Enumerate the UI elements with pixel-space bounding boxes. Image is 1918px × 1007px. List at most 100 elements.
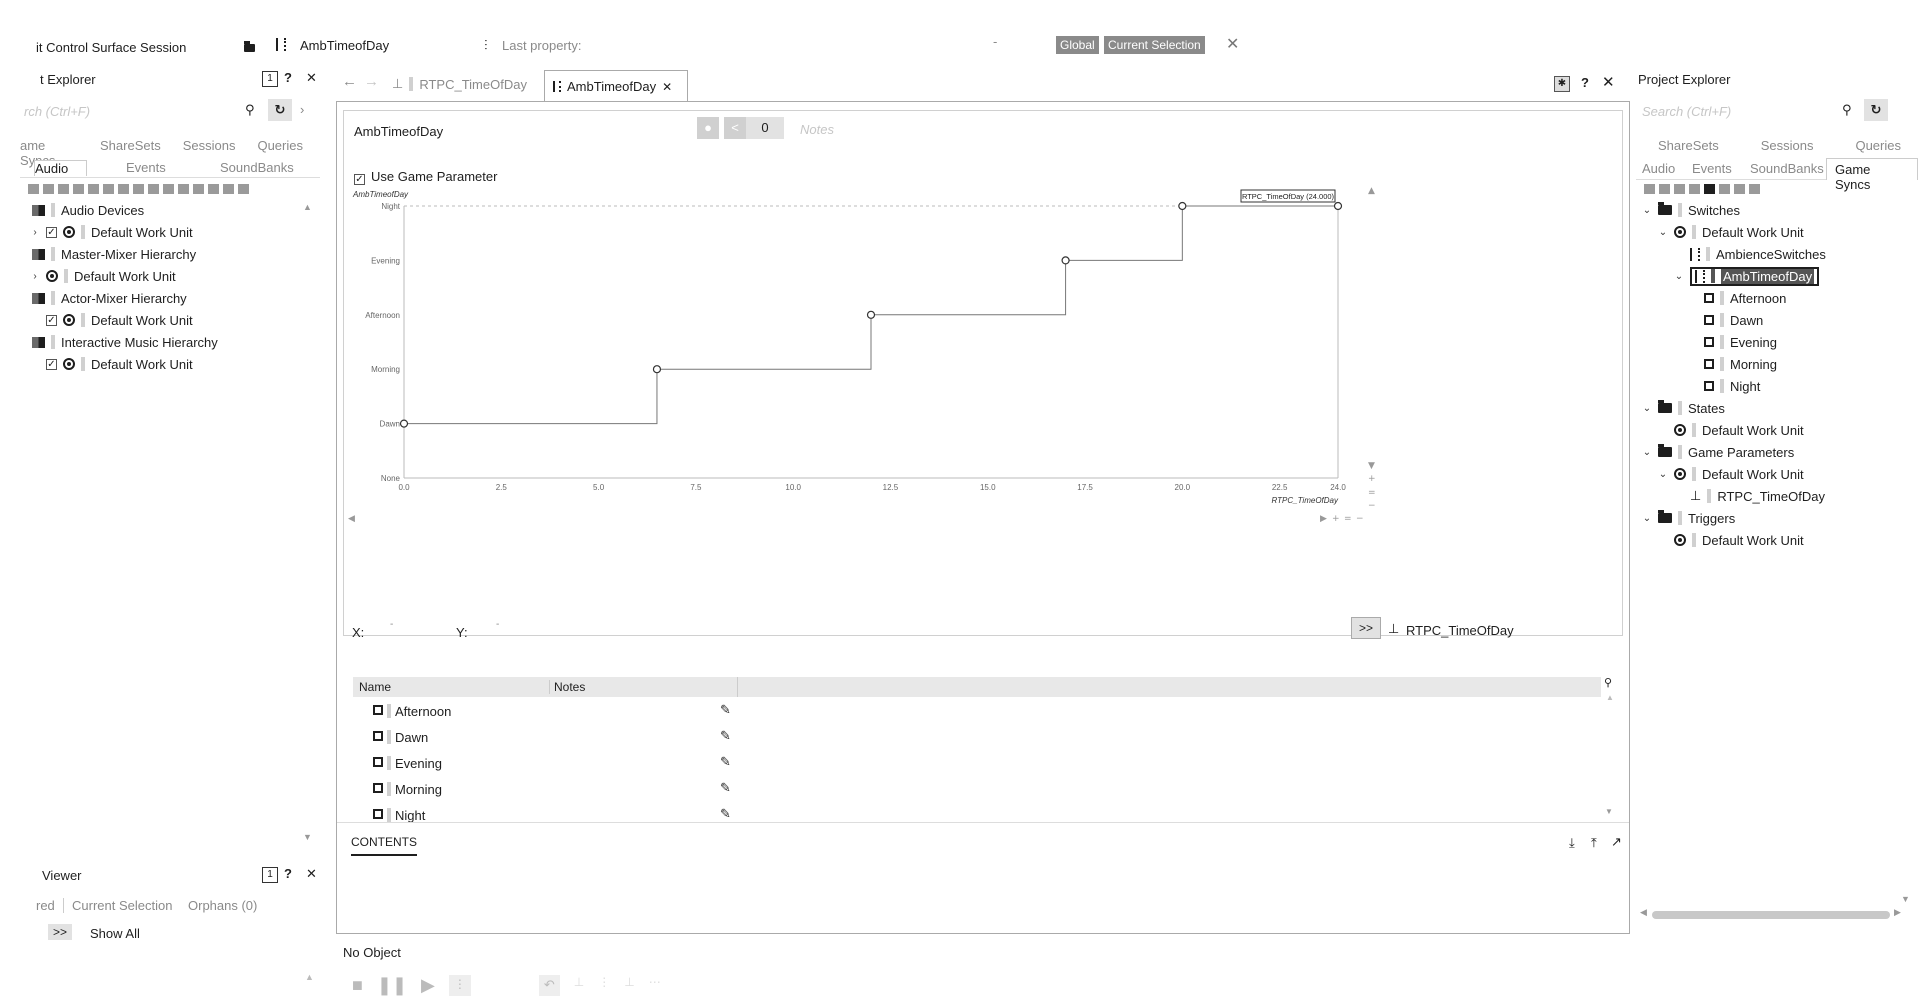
forward-arrow-icon[interactable]: → (364, 73, 379, 90)
close-icon[interactable]: ✕ (306, 70, 317, 86)
toolbar-icon[interactable] (43, 184, 54, 194)
edit-notes-icon[interactable]: ✎ (720, 806, 731, 822)
toolbar-icon[interactable] (193, 184, 204, 194)
pin-icon[interactable]: ✱ (1554, 76, 1570, 92)
chevron-right-icon[interactable]: › (300, 102, 304, 117)
toolbar-icon[interactable] (1674, 184, 1685, 194)
tab-events[interactable]: Events (1692, 161, 1732, 176)
refresh-icon[interactable]: ↻ (268, 99, 292, 121)
transport-icon[interactable]: ⋯ (649, 975, 661, 996)
tree-item-switches[interactable]: ⌄ Switches (1642, 201, 1740, 219)
zoom-out-icon[interactable]: − (1356, 514, 1364, 524)
stop-icon[interactable]: ■ (352, 975, 363, 996)
zoom-fit-icon[interactable]: = (1368, 488, 1376, 498)
session-label[interactable]: it Control Surface Session (36, 40, 186, 55)
search-input[interactable]: rch (Ctrl+F) (24, 104, 90, 119)
curve-point[interactable] (866, 310, 876, 319)
tree-item-default-work-unit[interactable]: Default Work Unit (1674, 531, 1804, 549)
object-name-field[interactable]: AmbTimeofDay (354, 124, 443, 139)
curve-point[interactable] (1333, 201, 1343, 211)
toolbar-icon[interactable] (223, 184, 234, 194)
tree-item-default-work-unit[interactable]: ✓ Default Work Unit (46, 355, 193, 373)
tree-item-game-parameters[interactable]: ⌄ Game Parameters (1642, 443, 1794, 461)
tab-queries[interactable]: Queries (1855, 138, 1901, 153)
checkbox[interactable]: ✓ (46, 358, 57, 370)
chevron-right-icon[interactable]: › (30, 271, 40, 282)
tree-item-afternoon[interactable]: Afternoon (1704, 289, 1786, 307)
checkbox[interactable]: ✓ (46, 226, 57, 238)
zoom-fit-icon[interactable]: = (1344, 514, 1352, 524)
toolbar-icon[interactable] (1704, 184, 1715, 194)
chevron-down-icon[interactable]: ⌄ (1642, 403, 1652, 414)
rtpc-name[interactable]: RTPC_TimeOfDay (1406, 623, 1514, 638)
pause-icon[interactable]: ❚❚ (377, 975, 407, 996)
scroll-down-icon[interactable]: ▼ (303, 832, 312, 842)
toolbar-icon[interactable] (1689, 184, 1700, 194)
export-icon[interactable]: ⤒ (1591, 835, 1597, 851)
toolbar-icon[interactable] (1734, 184, 1745, 194)
edit-notes-icon[interactable]: ✎ (720, 754, 731, 770)
toolbar-icon[interactable] (1749, 184, 1760, 194)
tab-current-selection[interactable]: Current Selection (72, 898, 172, 913)
toolbar-icon[interactable] (103, 184, 114, 194)
tree-item-triggers[interactable]: ⌄ Triggers (1642, 509, 1735, 527)
show-all-label[interactable]: Show All (90, 926, 140, 941)
chevron-down-icon[interactable]: ⌄ (1658, 469, 1668, 480)
search-icon[interactable]: ⚲ (1604, 676, 1612, 689)
tree-item-morning[interactable]: Morning (1704, 355, 1777, 373)
tab-pinned[interactable]: red (36, 898, 64, 913)
color-icon[interactable]: ● (697, 117, 719, 139)
tab-game-syncs[interactable]: Game Syncs (1826, 158, 1918, 192)
toolbar-icon[interactable] (208, 184, 219, 194)
edit-notes-icon[interactable]: ✎ (720, 780, 731, 796)
curve-point[interactable] (1061, 256, 1070, 265)
x-value[interactable]: - (390, 619, 393, 630)
tab-audio[interactable]: Audio (1642, 161, 1675, 176)
menu-icon[interactable]: ⋮ (448, 975, 471, 996)
help-icon[interactable]: ? (284, 866, 292, 881)
scroll-up-icon[interactable]: ▲ (1368, 186, 1375, 196)
show-all-expand-button[interactable]: >> (48, 924, 73, 940)
scroll-right-icon[interactable]: ▶ (1320, 514, 1327, 524)
zoom-in-icon[interactable]: + (1368, 474, 1376, 484)
tree-item-interactive-music[interactable]: Interactive Music Hierarchy (32, 333, 218, 351)
scroll-up-icon[interactable]: ▲ (1606, 693, 1614, 702)
tree-item-states[interactable]: ⌄ States (1642, 399, 1725, 417)
toolbar-icon[interactable] (148, 184, 159, 194)
close-tab-icon[interactable]: ✕ (662, 80, 672, 94)
tree-item-default-work-unit[interactable]: ✓ Default Work Unit (46, 311, 193, 329)
tab-orphans[interactable]: Orphans (0) (188, 898, 257, 913)
tree-item-master-mixer[interactable]: Master-Mixer Hierarchy (32, 245, 196, 263)
tree-item-default-work-unit[interactable]: › Default Work Unit (30, 267, 175, 285)
scroll-left-icon[interactable]: ◀ (348, 514, 355, 524)
checkbox[interactable]: ✓ (46, 314, 57, 326)
toolbar-icon[interactable] (163, 184, 174, 194)
chevron-down-icon[interactable]: ⌄ (1658, 227, 1668, 238)
close-icon[interactable]: ✕ (1226, 34, 1239, 54)
column-header-notes[interactable]: Notes (549, 680, 585, 694)
scroll-down-icon[interactable]: ▼ (1901, 894, 1910, 904)
tree-item-dawn[interactable]: Dawn (1704, 311, 1763, 329)
search-input[interactable]: Search (Ctrl+F) (1642, 104, 1731, 119)
import-icon[interactable]: ⤓ (1569, 835, 1575, 851)
tree-item-default-work-unit[interactable]: › ✓ Default Work Unit (30, 223, 192, 241)
tree-item-rtpc-timeofday[interactable]: ⊥ RTPC_TimeOfDay (1690, 487, 1825, 505)
curve-point[interactable] (1178, 201, 1187, 211)
chevron-down-icon[interactable]: ⌄ (1674, 271, 1684, 282)
toolbar-icon[interactable] (133, 184, 144, 194)
transport-icon[interactable]: ⊥ (574, 975, 584, 996)
table-row[interactable]: Dawn ✎ (353, 725, 1601, 749)
refresh-icon[interactable]: ↻ (1864, 99, 1888, 121)
chevron-right-icon[interactable]: › (30, 227, 40, 238)
back-arrow-icon[interactable]: ← (342, 73, 357, 90)
help-icon[interactable]: ? (1581, 75, 1589, 90)
horizontal-scrollbar[interactable] (1652, 911, 1890, 919)
tree-item-default-work-unit[interactable]: ⌄ Default Work Unit (1658, 223, 1804, 241)
toolbar-icon[interactable] (1659, 184, 1670, 194)
chevron-down-icon[interactable]: ⌄ (1642, 513, 1652, 524)
tab-soundbanks[interactable]: SoundBanks (220, 160, 294, 175)
scroll-down-icon[interactable]: ▼ (1605, 807, 1613, 816)
toolbar-icon[interactable] (73, 184, 84, 194)
zoom-out-icon[interactable]: − (1368, 501, 1376, 511)
tree-item-night[interactable]: Night (1704, 377, 1760, 395)
